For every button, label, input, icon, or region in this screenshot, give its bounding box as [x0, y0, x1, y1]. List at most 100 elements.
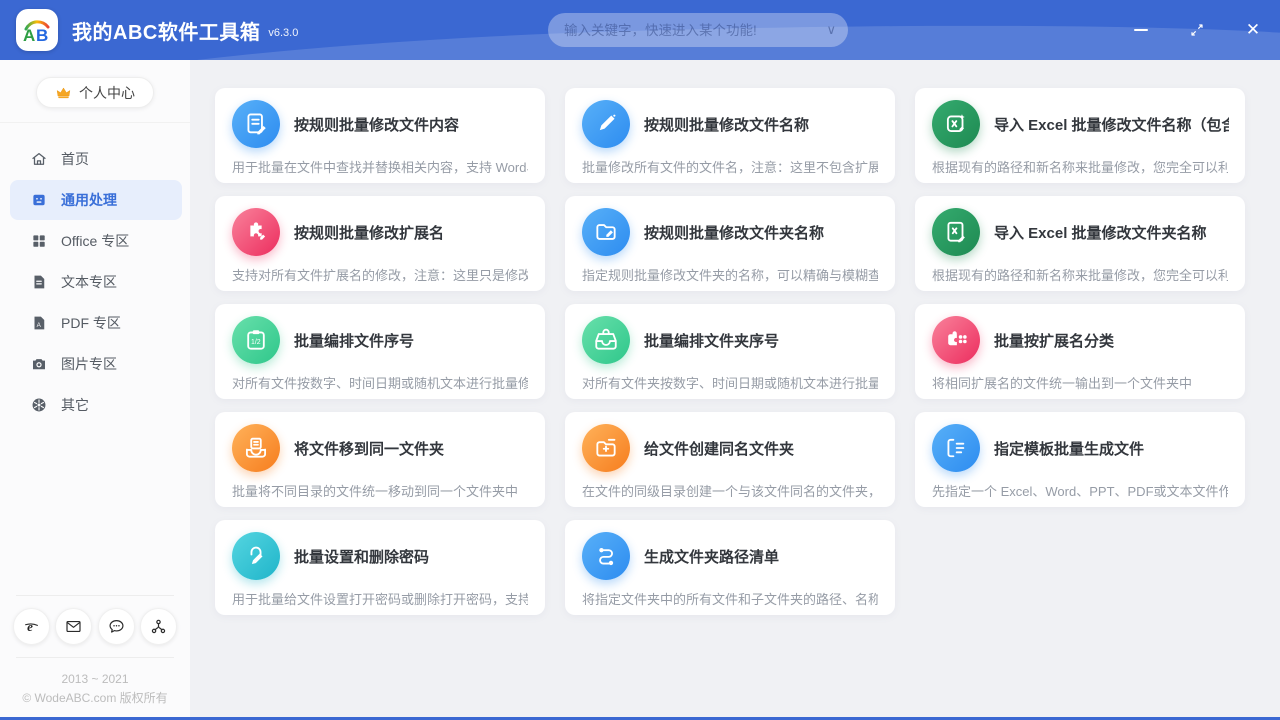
crown-icon: [55, 84, 72, 101]
card-description: 指定规则批量修改文件夹的名称，可以精确与模糊查找替换: [582, 265, 878, 284]
card-title: 将文件移到同一文件夹: [294, 438, 444, 459]
pdf-icon: A: [30, 314, 48, 332]
card-description: 用于批量在文件中查找并替换相关内容，支持 Word、Excel、PPT、PDF …: [232, 157, 528, 176]
sidebar-item-image[interactable]: 图片专区: [10, 344, 182, 384]
mail-button[interactable]: [55, 608, 92, 645]
card-description: 将指定文件夹中的所有文件和子文件夹的路径、名称、扩展名等输出: [582, 589, 878, 608]
route-icon: [582, 532, 630, 580]
chat-icon: [107, 617, 126, 636]
chat-button[interactable]: [98, 608, 135, 645]
copyright: 2013 ~ 2021 © WodeABC.com 版权所有: [0, 658, 190, 708]
chevron-down-icon[interactable]: ∨: [826, 22, 836, 38]
excel-edit-icon: [932, 100, 980, 148]
minimize-button[interactable]: [1128, 17, 1154, 43]
sidebar-item-general[interactable]: 通用处理: [10, 180, 182, 220]
svg-text:A: A: [23, 26, 35, 45]
card-description: 批量将不同目录的文件统一移动到同一个文件夹中: [232, 481, 528, 500]
doc-edit-icon: [232, 100, 280, 148]
card-move-to-one-folder[interactable]: 将文件移到同一文件夹批量将不同目录的文件统一移动到同一个文件夹中: [215, 412, 545, 507]
lock-edit-icon: [232, 532, 280, 580]
card-description: 根据现有的路径和新名称来批量修改，您完全可以利用 Excel 的功能: [932, 157, 1228, 176]
card-title: 导入 Excel 批量修改文件夹名称: [994, 222, 1207, 243]
share-button[interactable]: [140, 608, 177, 645]
puzzle-grid-icon: [932, 316, 980, 364]
search-box[interactable]: ∨: [548, 13, 848, 47]
home-icon: [30, 150, 48, 168]
sidebar-item-text[interactable]: 文本专区: [10, 262, 182, 302]
personal-center-button[interactable]: 个人中心: [36, 77, 154, 108]
maximize-button[interactable]: [1184, 17, 1210, 43]
card-set-remove-password[interactable]: 批量设置和删除密码用于批量给文件设置打开密码或删除打开密码，支持 Word、Ex…: [215, 520, 545, 615]
app-version: v6.3.0: [268, 27, 298, 39]
sidebar-item-label: PDF 专区: [61, 313, 121, 333]
copyright-years: 2013 ~ 2021: [0, 670, 190, 689]
mail-icon: [64, 617, 83, 636]
card-classify-by-extension[interactable]: 批量按扩展名分类将相同扩展名的文件统一输出到一个文件夹中: [915, 304, 1245, 399]
misc-icon: [30, 396, 48, 414]
card-modify-extension[interactable]: 按规则批量修改扩展名支持对所有文件扩展名的修改，注意：这里只是修改扩展名: [215, 196, 545, 291]
card-excel-rename-folders[interactable]: 导入 Excel 批量修改文件夹名称根据现有的路径和新名称来批量修改，您完全可以…: [915, 196, 1245, 291]
close-button[interactable]: ✕: [1240, 17, 1266, 43]
card-title: 按规则批量修改文件内容: [294, 114, 459, 135]
card-title: 按规则批量修改文件名称: [644, 114, 809, 135]
card-title: 按规则批量修改扩展名: [294, 222, 444, 243]
sidebar-item-label: 文本专区: [61, 272, 117, 292]
card-title: 给文件创建同名文件夹: [644, 438, 794, 459]
search-input[interactable]: [564, 23, 826, 38]
share-icon: [149, 617, 168, 636]
sidebar-item-label: 图片专区: [61, 354, 117, 374]
card-number-folders[interactable]: 批量编排文件夹序号对所有文件夹按数字、时间日期或随机文本进行批量修改: [565, 304, 895, 399]
text-icon: [30, 273, 48, 291]
doc-tray-icon: [232, 424, 280, 472]
card-number-files[interactable]: 1/2 批量编排文件序号对所有文件按数字、时间日期或随机文本进行批量修改，支持多种…: [215, 304, 545, 399]
sidebar: 个人中心 首页通用处理Office 专区文本专区APDF 专区图片专区其它 e …: [0, 60, 190, 720]
card-create-same-name-folder[interactable]: 给文件创建同名文件夹在文件的同级目录创建一个与该文件同名的文件夹，并将文件移入: [565, 412, 895, 507]
sidebar-divider: [0, 122, 190, 123]
card-title: 批量编排文件夹序号: [644, 330, 779, 351]
svg-text:1/2: 1/2: [251, 339, 261, 346]
card-description: 根据现有的路径和新名称来批量修改，您完全可以利用 Excel 的功能: [932, 265, 1228, 284]
template-icon: [932, 424, 980, 472]
card-title: 批量编排文件序号: [294, 330, 414, 351]
card-description: 对所有文件按数字、时间日期或随机文本进行批量修改，支持多种规则: [232, 373, 528, 392]
sidebar-item-label: Office 专区: [61, 231, 129, 251]
feature-card-grid: 按规则批量修改文件内容用于批量在文件中查找并替换相关内容，支持 Word、Exc…: [215, 88, 1280, 615]
sidebar-item-home[interactable]: 首页: [10, 139, 182, 179]
panel-icon: [30, 191, 48, 209]
card-title: 批量设置和删除密码: [294, 546, 429, 567]
sidebar-item-label: 其它: [61, 395, 89, 415]
copyright-owner: © WodeABC.com 版权所有: [0, 689, 190, 708]
main-content: 按规则批量修改文件内容用于批量在文件中查找并替换相关内容，支持 Word、Exc…: [190, 60, 1280, 720]
sidebar-item-other[interactable]: 其它: [10, 385, 182, 425]
maximize-icon: [1189, 22, 1205, 38]
card-title: 批量按扩展名分类: [994, 330, 1114, 351]
clipboard-12-icon: 1/2: [232, 316, 280, 364]
card-modify-folder-name[interactable]: 按规则批量修改文件夹名称指定规则批量修改文件夹的名称，可以精确与模糊查找替换: [565, 196, 895, 291]
personal-center-label: 个人中心: [79, 83, 135, 103]
browser-icon: e: [22, 617, 41, 636]
sidebar-item-label: 首页: [61, 149, 89, 169]
minimize-icon: [1134, 29, 1148, 31]
card-description: 批量修改所有文件的文件名，注意：这里不包含扩展名: [582, 157, 878, 176]
sidebar-item-office[interactable]: Office 专区: [10, 221, 182, 261]
card-description: 对所有文件夹按数字、时间日期或随机文本进行批量修改: [582, 373, 878, 392]
card-description: 在文件的同级目录创建一个与该文件同名的文件夹，并将文件移入: [582, 481, 878, 500]
card-modify-file-name[interactable]: 按规则批量修改文件名称批量修改所有文件的文件名，注意：这里不包含扩展名: [565, 88, 895, 183]
app-title: 我的ABC软件工具箱: [72, 16, 260, 45]
footer-icon-row: e: [0, 596, 190, 657]
card-modify-file-content[interactable]: 按规则批量修改文件内容用于批量在文件中查找并替换相关内容，支持 Word、Exc…: [215, 88, 545, 183]
card-description: 用于批量给文件设置打开密码或删除打开密码，支持 Word、Excel: [232, 589, 528, 608]
card-description: 支持对所有文件扩展名的修改，注意：这里只是修改扩展名: [232, 265, 528, 284]
card-folder-path-list[interactable]: 生成文件夹路径清单将指定文件夹中的所有文件和子文件夹的路径、名称、扩展名等输出: [565, 520, 895, 615]
card-description: 将相同扩展名的文件统一输出到一个文件夹中: [932, 373, 1228, 392]
sidebar-nav: 首页通用处理 Office 专区文本专区 A PDF 专区图片专区其它: [0, 139, 190, 425]
inbox-icon: [582, 316, 630, 364]
card-description: 先指定一个 Excel、Word、PPT、PDF或文本文件作为一个模板: [932, 481, 1228, 500]
sidebar-item-label: 通用处理: [61, 190, 117, 210]
sidebar-item-pdf[interactable]: A PDF 专区: [10, 303, 182, 343]
card-title: 生成文件夹路径清单: [644, 546, 779, 567]
camera-icon: [30, 355, 48, 373]
card-excel-rename-files[interactable]: 导入 Excel 批量修改文件名称（包含扩展名）根据现有的路径和新名称来批量修改…: [915, 88, 1245, 183]
card-generate-from-template[interactable]: 指定模板批量生成文件先指定一个 Excel、Word、PPT、PDF或文本文件作…: [915, 412, 1245, 507]
browser-button[interactable]: e: [13, 608, 50, 645]
